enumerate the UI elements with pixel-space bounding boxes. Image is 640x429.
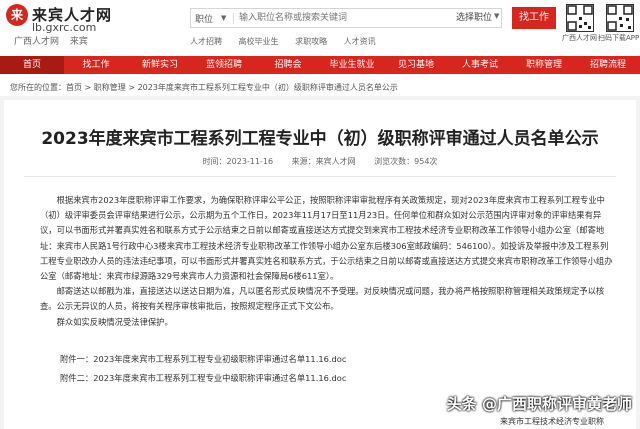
chevron-down-icon: ▼ [221,14,227,22]
search-divider [233,13,234,24]
qr-code-icon [566,4,594,32]
meta-source: 来源：来宾人才网 [291,157,356,166]
find-job-button[interactable]: 找工作 [512,7,556,29]
qr-code-icon [606,4,634,32]
qr-label: 广西人才网 [562,34,597,42]
nav-item-home[interactable]: 首页 [0,56,64,74]
meta-views: 浏览次数：954次 [374,157,438,166]
search-type-select[interactable]: 职位 [195,12,213,25]
position-select[interactable]: 选择职位 [456,10,492,23]
nav-item-job-fair[interactable]: 招聘会 [256,56,320,74]
nav-item-process[interactable]: 招聘流程 [576,56,640,74]
nav-item-exam[interactable]: 人事考试 [448,56,512,74]
attachment-link[interactable]: 附件二：2023年度来宾市工程系列工程专业中级职称评审通过名单11.16.doc [60,372,346,384]
logo-mark: 来 [6,4,28,26]
hot-tag[interactable]: 人才资讯 [344,37,376,46]
site-logo[interactable]: 来 来宾人才网 lb.gxrc.com 广西人才网 来宾 [6,4,116,48]
search-input[interactable] [239,11,439,25]
hot-tags: 人才招聘 高校毕业生 求职攻略 人才资讯 [190,36,390,47]
nav-item-find-job[interactable]: 找工作 [64,56,128,74]
nav-item-trainee-base[interactable]: 见习基地 [384,56,448,74]
article-meta: 时间：2023-11-16 来源：来宾人才网 浏览次数：954次 [0,156,640,167]
qr-label: 扫码下载APP [598,34,640,42]
watermark: 头条 @广西职称评审黄老师 [446,395,632,413]
logo-subtitle: 广西人才网 来宾 [14,34,96,47]
site-header: 来 来宾人才网 lb.gxrc.com 广西人才网 来宾 职位 ▼ 选择职位 ▼… [0,0,640,56]
article-paragraph: 群众如实反映情况受法律保护。 [56,316,173,327]
article-body: 根据来宾市2023年度职称评审工作要求，为确保职称评审公平公正，按照职称评审审批… [40,193,616,330]
logo-sub-city: 来宾 [69,37,88,47]
main-nav: 首页 找工作 新鲜实习 蓝领招聘 招聘会 毕业生就业 见习基地 人事考试 职称管… [0,56,640,74]
nav-item-blue-collar[interactable]: 蓝领招聘 [192,56,256,74]
watermark-caption: 来宾市工程技术经济专业职称 [500,417,604,426]
logo-domain: lb.gxrc.com [32,21,97,34]
hot-tag[interactable]: 求职攻略 [295,37,327,46]
attachment-link[interactable]: 附件一：2023年度来宾市工程系列工程专业初级职称评审通过名单11.16.doc [60,353,346,365]
logo-sub-site: 广西人才网 [14,37,60,47]
hot-tag[interactable]: 高校毕业生 [239,37,279,46]
article-paragraph: 邮寄送达以邮戳为准，直接送达以送达日期为准，凡以匿名形式反映情况不予受理。对反映… [40,286,605,312]
nav-item-internship[interactable]: 新鲜实习 [128,56,192,74]
hot-tag[interactable]: 人才招聘 [190,37,222,46]
nav-item-title-management[interactable]: 职称管理 [512,56,576,74]
article-paragraph: 根据来宾市2023年度职称评审工作要求，为确保职称评审公平公正，按照职称评审审批… [40,195,613,282]
meta-date: 时间：2023-11-16 [202,157,274,166]
breadcrumb: 您所在的位置：首页 > 职称管理 > 2023年度来宾市工程系列工程专业中（初）… [10,83,398,92]
page-title: 2023年度来宾市工程系列工程专业中（初）级职称评审通过人员名单公示 [41,129,599,149]
nav-item-graduate[interactable]: 毕业生就业 [320,56,384,74]
divider [24,176,616,177]
chevron-down-icon: ▼ [494,12,500,20]
